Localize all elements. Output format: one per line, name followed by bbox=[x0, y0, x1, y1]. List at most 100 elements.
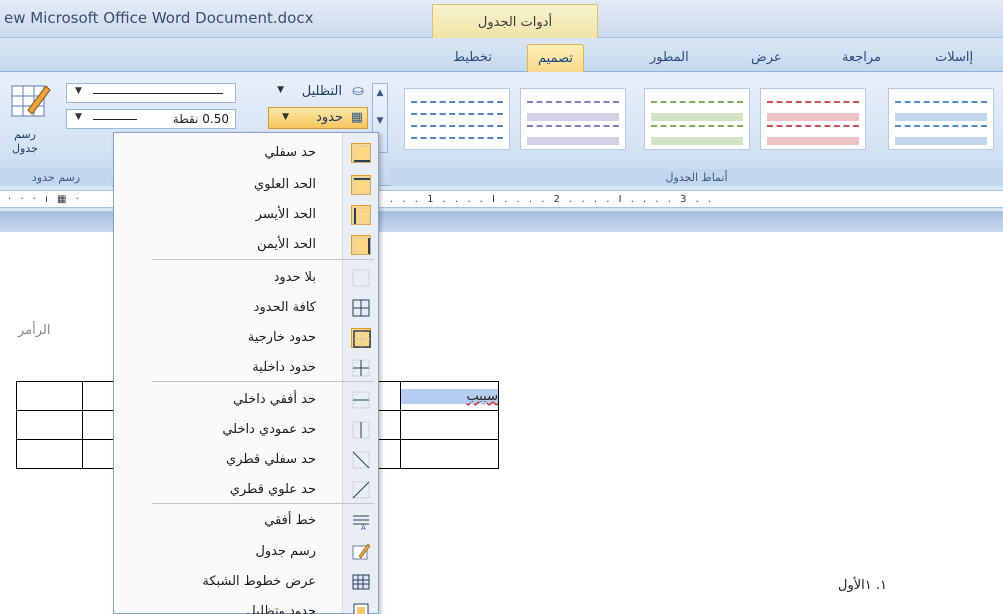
menu-item-label: رسم جدول bbox=[255, 544, 316, 559]
swatch-line bbox=[527, 125, 619, 127]
menu-item-label: كافة الحدود bbox=[253, 300, 316, 315]
table-style-swatch[interactable] bbox=[644, 88, 750, 150]
svg-text:A: A bbox=[361, 524, 366, 531]
swatch-line bbox=[527, 101, 619, 103]
menu-item-draw-table[interactable]: رسم جدول bbox=[112, 537, 378, 567]
tab-view[interactable]: عرض bbox=[741, 44, 792, 72]
swatch-line bbox=[895, 137, 987, 145]
ruler-marks: . . . 1 . . . . I . . . . 2 . . . . I . … bbox=[390, 194, 715, 205]
table-style-swatch[interactable] bbox=[760, 88, 866, 150]
bottom-border-icon bbox=[351, 143, 371, 163]
borders-label: حدود bbox=[316, 110, 343, 125]
pen-weight-line bbox=[93, 119, 137, 120]
tab-layout[interactable]: تخطيط bbox=[443, 44, 502, 72]
menu-item-right-border[interactable]: الحد الأيمن bbox=[112, 230, 378, 260]
top-border-icon bbox=[351, 175, 371, 195]
borders-dropdown-button[interactable]: ▦ حدود ▼ bbox=[268, 107, 368, 129]
menu-item-label: حدود داخلية bbox=[252, 360, 316, 375]
menu-item-diagonal-up-border[interactable]: حد علوي قطري bbox=[112, 475, 378, 505]
tab-review[interactable]: مراجعة bbox=[832, 44, 891, 72]
left-border-icon bbox=[351, 205, 371, 225]
table-style-swatch[interactable] bbox=[520, 88, 626, 150]
table-tools-context-tab: أدوات الجدول bbox=[432, 4, 598, 38]
document-header-text: الرأمر bbox=[18, 323, 51, 338]
swatch-line bbox=[767, 125, 859, 127]
scroll-up-icon: ▲ bbox=[376, 88, 384, 98]
menu-item-inside-borders[interactable]: حدود داخلية bbox=[112, 353, 378, 383]
swatch-line bbox=[651, 101, 743, 103]
menu-item-label: الحد الأيسر bbox=[255, 207, 316, 222]
draw-borders-group-caption: رسم حدود bbox=[0, 169, 112, 186]
menu-item-label: حد علوي قطري bbox=[229, 482, 316, 497]
menu-item-borders-shading[interactable]: حدود وتظليل bbox=[112, 597, 378, 614]
menu-item-label: حد أفقي داخلي bbox=[233, 392, 316, 407]
shading-button[interactable]: ⛀ التظليل ▼ bbox=[258, 82, 368, 102]
chevron-down-icon: ▼ bbox=[277, 85, 284, 95]
menu-separator bbox=[152, 259, 374, 260]
document-title: ew Microsoft Office Word Document.docx bbox=[4, 9, 314, 27]
menu-item-left-border[interactable]: الحد الأيسر bbox=[112, 200, 378, 230]
numbered-list-item: ١. ١الأول bbox=[838, 578, 887, 593]
tab-mailings[interactable]: إاسلات bbox=[925, 44, 983, 72]
menu-item-no-border[interactable]: بلا حدود bbox=[112, 263, 378, 293]
inside-borders-icon bbox=[351, 358, 371, 378]
shading-label: التظليل bbox=[301, 84, 342, 99]
swatch-line bbox=[411, 137, 503, 139]
title-bar: ew Microsoft Office Word Document.docx أ… bbox=[0, 0, 1003, 38]
menu-item-view-gridlines[interactable]: عرض خطوط الشبكة bbox=[112, 567, 378, 597]
swatch-line bbox=[895, 101, 987, 103]
pen-style-line bbox=[93, 93, 223, 94]
right-border-icon bbox=[351, 235, 371, 255]
menu-item-label: الحد العلوي bbox=[254, 177, 316, 192]
chevron-down-icon: ▼ bbox=[75, 86, 82, 96]
table-cell-text: سببب bbox=[401, 388, 498, 404]
draw-table-icon bbox=[11, 85, 51, 117]
outside-borders-icon bbox=[351, 328, 371, 348]
table-style-swatch[interactable] bbox=[404, 88, 510, 150]
menu-item-label: حدود خارجية bbox=[247, 330, 316, 345]
menu-item-label: حد عمودي داخلي bbox=[222, 422, 316, 437]
menu-item-all-borders[interactable]: كافة الحدود bbox=[112, 293, 378, 323]
swatch-line bbox=[895, 113, 987, 121]
swatch-line bbox=[411, 113, 503, 115]
swatch-line bbox=[527, 137, 619, 145]
menu-item-horizontal-line[interactable]: A خط أفقي bbox=[112, 506, 378, 536]
tab-design[interactable]: تصميم bbox=[527, 44, 584, 72]
view-gridlines-icon bbox=[351, 572, 371, 592]
inside-horizontal-border-icon bbox=[351, 390, 371, 410]
pen-weight-select[interactable]: 0.50 نقطة ▼ bbox=[66, 109, 236, 129]
swatch-line bbox=[767, 101, 859, 103]
chevron-down-icon: ▼ bbox=[75, 112, 82, 122]
tab-developer[interactable]: المطور bbox=[640, 44, 699, 72]
draw-table-icon bbox=[351, 542, 371, 562]
menu-item-outside-borders[interactable]: حدود خارجية bbox=[112, 323, 378, 353]
diagonal-down-border-icon bbox=[351, 450, 371, 470]
draw-table-label: رسم جدول bbox=[12, 128, 38, 155]
no-border-icon bbox=[351, 268, 371, 288]
swatch-line bbox=[767, 137, 859, 145]
horizontal-line-icon: A bbox=[351, 511, 371, 532]
menu-item-bottom-border[interactable]: حد سفلي bbox=[112, 138, 378, 168]
menu-item-inside-vertical-border[interactable]: حد عمودي داخلي bbox=[112, 415, 378, 445]
borders-dropdown-menu: حد سفلي الحد العلوي الحد الأيسر الحد الأيمن… bbox=[113, 132, 379, 614]
pen-style-select[interactable]: ▼ bbox=[66, 83, 236, 103]
table-styles-group-caption: أنماط الجدول bbox=[390, 169, 1003, 186]
diagonal-up-border-icon bbox=[351, 480, 371, 500]
swatch-line bbox=[767, 113, 859, 121]
ruler-marks-left: · · · ı ▦ · bbox=[8, 194, 82, 205]
swatch-line bbox=[651, 125, 743, 127]
menu-item-diagonal-down-border[interactable]: حد سفلي قطري bbox=[112, 445, 378, 475]
borders-grid-icon: ▦ bbox=[350, 110, 363, 125]
menu-item-inside-horizontal-border[interactable]: حد أفقي داخلي bbox=[112, 385, 378, 415]
menu-item-label: عرض خطوط الشبكة bbox=[202, 574, 316, 589]
all-borders-icon bbox=[351, 298, 371, 318]
table-style-swatch[interactable] bbox=[888, 88, 994, 150]
menu-separator bbox=[152, 381, 374, 382]
swatch-line bbox=[895, 125, 987, 127]
menu-item-top-border[interactable]: الحد العلوي bbox=[112, 170, 378, 200]
swatch-line bbox=[411, 101, 503, 103]
swatch-line bbox=[527, 113, 619, 121]
swatch-line bbox=[651, 137, 743, 145]
menu-item-label: خط أفقي bbox=[264, 513, 316, 528]
draw-table-button[interactable]: رسم جدول bbox=[0, 80, 58, 164]
